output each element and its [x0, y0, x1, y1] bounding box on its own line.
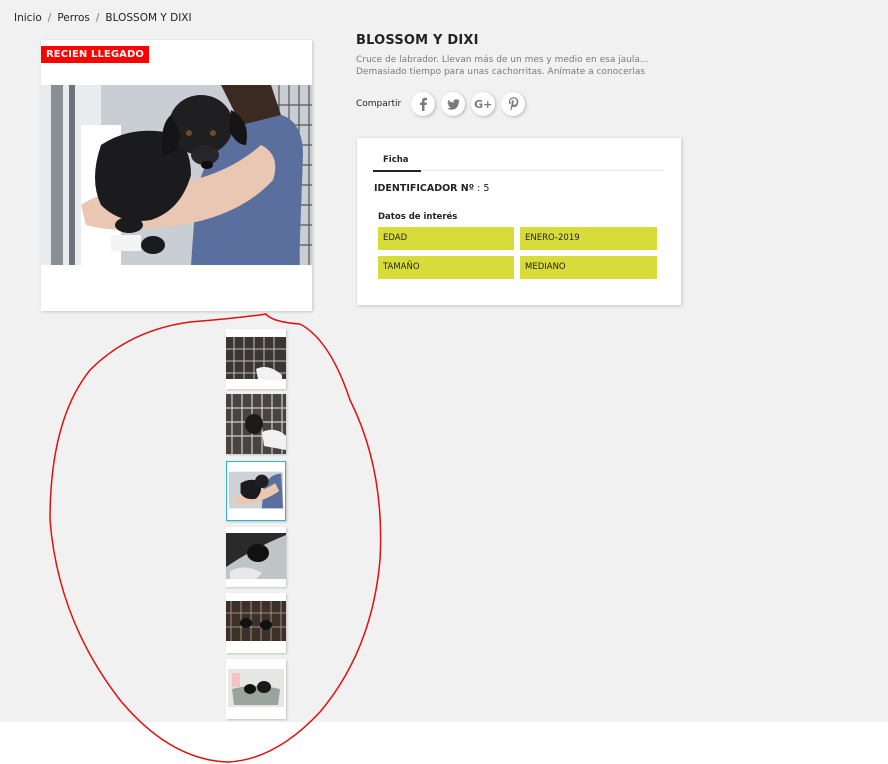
feature-value: MEDIANO — [520, 256, 657, 279]
pinterest-share-button[interactable] — [501, 92, 526, 116]
breadcrumb: Inicio / Perros / BLOSSOM Y DIXI — [14, 12, 192, 24]
feature-name: TAMAÑO — [378, 256, 514, 279]
social-sharing: Compartir G+ — [356, 92, 526, 116]
dog-photo — [41, 85, 312, 265]
google-plus-icon: G+ — [474, 97, 493, 111]
breadcrumb-current[interactable]: BLOSSOM Y DIXI — [105, 12, 191, 24]
twitter-share-button[interactable] — [441, 92, 466, 116]
google-plus-share-button[interactable]: G+ — [471, 92, 496, 116]
new-arrival-flag: RECIEN LLEGADO — [41, 46, 149, 63]
thumbnail-image — [226, 659, 286, 719]
pinterest-icon — [508, 97, 519, 111]
feature-name: EDAD — [378, 227, 514, 250]
product-details-box: Ficha IDENTIFICADOR Nº : 5 Datos de inte… — [357, 138, 681, 305]
tab-ficha[interactable]: Ficha — [373, 154, 421, 172]
thumbnail-3-selected[interactable] — [226, 461, 286, 521]
product-title: BLOSSOM Y DIXI — [356, 33, 479, 48]
breadcrumb-separator: / — [95, 12, 100, 24]
product-description: Cruce de labrador. Llevan más de un mes … — [356, 55, 649, 77]
thumbnail-2[interactable] — [226, 394, 286, 454]
thumbnail-1[interactable] — [226, 329, 286, 389]
thumbnail-image — [226, 527, 286, 587]
breadcrumb-separator: / — [47, 12, 52, 24]
breadcrumb-perros[interactable]: Perros — [57, 12, 90, 24]
identifier-value: : 5 — [477, 183, 490, 194]
feature-value: ENERO-2019 — [520, 227, 657, 250]
thumbnail-image — [226, 394, 286, 454]
twitter-icon — [446, 98, 460, 110]
thumbnail-image — [226, 329, 286, 389]
thumbnail-image — [226, 593, 286, 653]
breadcrumb-home[interactable]: Inicio — [14, 12, 42, 24]
main-product-image[interactable]: RECIEN LLEGADO — [41, 40, 312, 311]
facebook-icon — [420, 97, 428, 111]
details-tabs: Ficha — [373, 154, 663, 172]
share-label: Compartir — [356, 99, 402, 109]
identifier-label: IDENTIFICADOR Nº — [374, 183, 475, 194]
thumbnail-image — [227, 462, 285, 520]
thumbnail-4[interactable] — [226, 527, 286, 587]
thumbnail-5[interactable] — [226, 593, 286, 653]
features-title: Datos de interés — [378, 212, 458, 222]
thumbnail-6[interactable] — [226, 659, 286, 719]
facebook-share-button[interactable] — [411, 92, 436, 116]
product-identifier: IDENTIFICADOR Nº : 5 — [374, 183, 489, 194]
